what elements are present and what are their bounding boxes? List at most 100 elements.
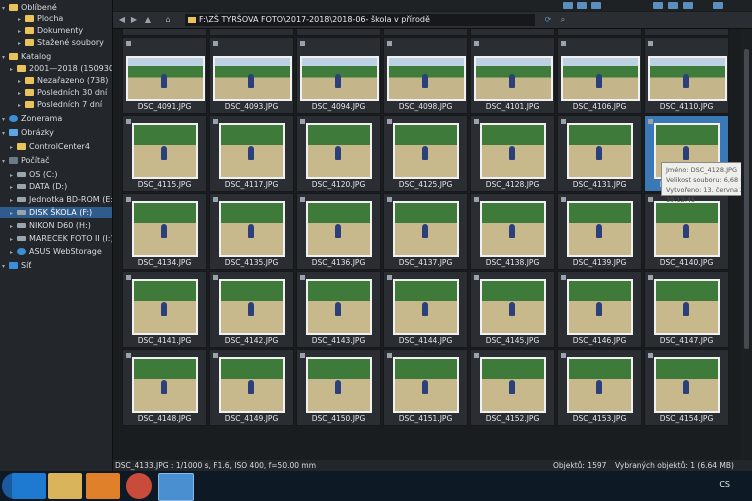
home-icon[interactable]: ⌂ [163, 15, 173, 25]
search-icon[interactable]: ⌕ [558, 15, 568, 25]
checkbox-icon[interactable] [474, 275, 479, 280]
expand-icon[interactable]: ▸ [10, 195, 17, 206]
back-icon[interactable]: ◀ [117, 15, 127, 25]
expand-icon[interactable]: ▾ [2, 114, 9, 125]
checkbox-icon[interactable] [474, 41, 479, 46]
thumbnail-cell[interactable]: DSC_4128.JPG [470, 115, 555, 192]
thumbnail-cell[interactable]: DSC_4073.JPG [209, 29, 294, 36]
checkbox-icon[interactable] [300, 197, 305, 202]
checkbox-icon[interactable] [561, 197, 566, 202]
thumbnail-cell[interactable]: DSC_4117.JPG [209, 115, 294, 192]
checkbox-icon[interactable] [213, 353, 218, 358]
checkbox-icon[interactable] [213, 41, 218, 46]
expand-icon[interactable]: ▸ [18, 100, 25, 111]
thumbnail-cell[interactable]: DSC_4146.JPG [557, 271, 642, 348]
thumbnail-cell[interactable]: DSC_4149.JPG [209, 349, 294, 426]
thumbnail-size-icon[interactable] [653, 2, 663, 9]
sidebar-item[interactable]: ▸ DATA (D:) [0, 181, 112, 192]
thumbnail-cell[interactable]: DSC_4151.JPG [383, 349, 468, 426]
checkbox-icon[interactable] [387, 119, 392, 124]
checkbox-icon[interactable] [126, 41, 131, 46]
sidebar-item[interactable]: ▸ DISK ŠKOLA (F:) [0, 207, 112, 218]
checkbox-icon[interactable] [561, 275, 566, 280]
vertical-scrollbar[interactable] [741, 29, 752, 459]
thumbnail-cell[interactable]: DSC_4154.JPG [644, 349, 729, 426]
thumbnail-cell[interactable]: DSC_4143.JPG [296, 271, 381, 348]
sidebar-item[interactable]: ▸ 2001—2018 (150930) [0, 63, 112, 74]
checkbox-icon[interactable] [300, 275, 305, 280]
thumbnail-cell[interactable]: DSC_4106.JPG [557, 37, 642, 114]
checkbox-icon[interactable] [300, 41, 305, 46]
thumbnail-cell[interactable]: DSC_4135.JPG [209, 193, 294, 270]
thumbnail-cell[interactable]: DSC_4120.JPG [296, 115, 381, 192]
sidebar-item[interactable]: ▸ MARECEK FOTO II (I:) [0, 233, 112, 244]
thumbnail-cell[interactable]: DSC_4081.JPG [557, 29, 642, 36]
thumbnail-cell[interactable]: DSC_4101.JPG [470, 37, 555, 114]
expand-icon[interactable]: ▸ [18, 88, 25, 99]
checkbox-icon[interactable] [126, 353, 131, 358]
thumbnail-cell[interactable]: DSC_4145.JPG [470, 271, 555, 348]
sidebar-item[interactable]: ▾ Zonerama [0, 113, 112, 124]
expand-icon[interactable]: ▸ [10, 142, 17, 153]
thumbnail-cell[interactable]: DSC_4150.JPG [296, 349, 381, 426]
sidebar-item[interactable]: ▸ Nezařazeno (738) [0, 75, 112, 86]
sidebar-item[interactable]: ▸ Posledních 30 dní [0, 87, 112, 98]
thumbnail-cell[interactable]: DSC_4147.JPG [644, 271, 729, 348]
expand-icon[interactable]: ▸ [18, 26, 25, 37]
expand-icon[interactable]: ▾ [2, 52, 9, 63]
checkbox-icon[interactable] [213, 119, 218, 124]
thumbnail-cell[interactable]: DSC_4141.JPG [122, 271, 207, 348]
path-input[interactable]: F:\ZŠ TYRŠOVA FOTO\2017-2018\2018-06- šk… [185, 14, 535, 26]
thumbnail-cell[interactable]: DSC_4066.JPG [122, 29, 207, 36]
expand-icon[interactable]: ▸ [18, 14, 25, 25]
expand-icon[interactable]: ▸ [10, 64, 17, 75]
checkbox-icon[interactable] [648, 275, 653, 280]
checkbox-icon[interactable] [648, 197, 653, 202]
media-player-icon[interactable] [86, 473, 120, 499]
checkbox-icon[interactable] [648, 119, 653, 124]
expand-icon[interactable]: ▸ [10, 170, 17, 181]
sidebar-item[interactable]: ▸ Jednotka BD-ROM (E:) [0, 194, 112, 205]
scroll-thumb[interactable] [744, 49, 749, 349]
preview-icon[interactable] [713, 2, 723, 9]
sidebar-item[interactable]: ▸ ControlCenter4 [0, 141, 112, 152]
checkbox-icon[interactable] [387, 41, 392, 46]
sidebar-item[interactable]: ▸ NIKON D60 (H:) [0, 220, 112, 231]
zoner-icon[interactable] [158, 473, 194, 501]
thumbnail-cell[interactable]: DSC_4152.JPG [470, 349, 555, 426]
thumbnail-cell[interactable]: DSC_4138.JPG [470, 193, 555, 270]
thumbnail-cell[interactable]: DSC_4125.JPG [383, 115, 468, 192]
sidebar-item[interactable]: ▸ OS (C:) [0, 169, 112, 180]
thumbnail-cell[interactable]: DSC_4131.JPG [557, 115, 642, 192]
checkbox-icon[interactable] [213, 275, 218, 280]
thumbnail-cell[interactable]: DSC_4079.JPG [383, 29, 468, 36]
thumbnail-cell[interactable]: DSC_4110.JPG [644, 37, 729, 114]
expand-icon[interactable]: ▸ [10, 247, 17, 258]
sidebar-item[interactable]: ▸ Stažené soubory [0, 37, 112, 48]
checkbox-icon[interactable] [213, 197, 218, 202]
refresh-icon[interactable]: ⟳ [543, 15, 553, 25]
sidebar-item[interactable]: ▸ Plocha [0, 13, 112, 24]
sort-icon[interactable] [577, 2, 587, 9]
sidebar-item[interactable]: ▾ Oblíbené [0, 2, 112, 13]
sidebar-item[interactable]: ▾ Síť [0, 260, 112, 271]
thumbnail-cell[interactable]: DSC_4144.JPG [383, 271, 468, 348]
language-indicator[interactable]: CS [719, 480, 730, 489]
checkbox-icon[interactable] [648, 41, 653, 46]
ie-icon[interactable] [12, 473, 46, 499]
checkbox-icon[interactable] [387, 197, 392, 202]
thumbnail-cell[interactable]: DSC_4083.JPG [644, 29, 729, 36]
thumbnail-cell[interactable]: DSC_4142.JPG [209, 271, 294, 348]
thumbnail-cell[interactable]: DSC_4153.JPG [557, 349, 642, 426]
checkbox-icon[interactable] [126, 197, 131, 202]
checkbox-icon[interactable] [561, 41, 566, 46]
checkbox-icon[interactable] [474, 197, 479, 202]
thumbnail-cell[interactable]: DSC_4136.JPG [296, 193, 381, 270]
checkbox-icon[interactable] [387, 275, 392, 280]
sidebar-item[interactable]: ▸ Dokumenty [0, 25, 112, 36]
checkbox-icon[interactable] [648, 353, 653, 358]
expand-icon[interactable]: ▸ [18, 76, 25, 87]
expand-icon[interactable]: ▾ [2, 261, 9, 272]
checkbox-icon[interactable] [387, 353, 392, 358]
expand-icon[interactable]: ▸ [18, 38, 25, 49]
